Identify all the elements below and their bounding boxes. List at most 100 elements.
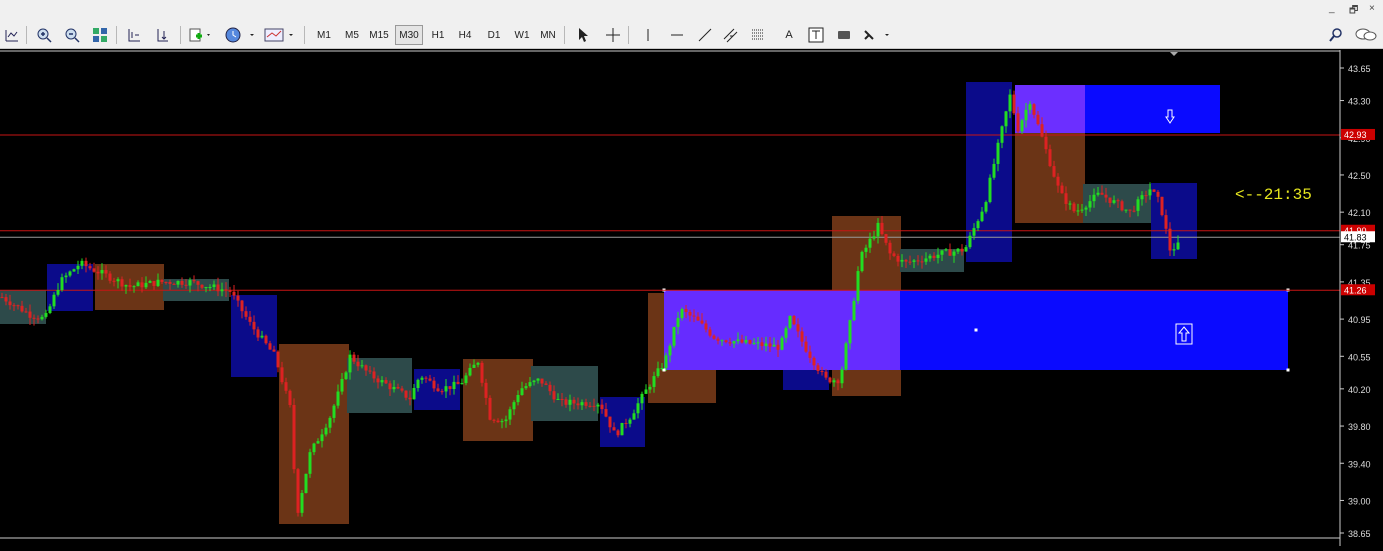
candle-body [600, 404, 604, 410]
price-tick-label: 39.80 [1348, 422, 1371, 432]
restore-button[interactable]: 🗗 [1349, 3, 1358, 20]
cursor-icon[interactable] [573, 25, 593, 45]
candle-body [408, 397, 412, 400]
candle-body [40, 316, 44, 320]
search-icon[interactable] [1326, 25, 1346, 45]
candle-body [504, 419, 508, 422]
candle-body [12, 305, 16, 307]
candle-body [976, 221, 980, 229]
candle-body [1144, 195, 1148, 197]
candlestick-chart[interactable]: 43.6543.3042.9042.5042.1041.7541.3540.95… [0, 50, 1383, 546]
candle-body [820, 370, 824, 372]
candle-body [660, 368, 664, 370]
fibonacci-icon[interactable] [750, 25, 770, 45]
candle-body [1036, 114, 1040, 125]
candle-body [788, 315, 792, 329]
candle-body [28, 311, 32, 318]
candle-body [824, 371, 828, 378]
candle-body [372, 371, 376, 379]
candle-body [72, 269, 76, 272]
candle-body [20, 305, 24, 312]
chart-type-icon[interactable] [2, 25, 22, 45]
candle-body [400, 388, 404, 391]
candle-body [220, 289, 224, 292]
periodicity-clock-icon[interactable] [224, 25, 258, 45]
candle-body [364, 365, 368, 371]
candle-body [968, 235, 972, 248]
price-level-label: 41.83 [1344, 232, 1367, 242]
trendline-icon[interactable] [695, 25, 715, 45]
timeframe-w1[interactable]: W1 [509, 25, 535, 45]
candle-body [932, 255, 936, 259]
zoom-out-icon[interactable] [62, 25, 82, 45]
candle-body [64, 275, 68, 278]
candle-body [568, 399, 572, 405]
candle-body [948, 249, 952, 256]
text-label-icon[interactable] [806, 25, 826, 45]
indicators-icon[interactable] [188, 25, 212, 45]
candle-body [1100, 192, 1104, 195]
candle-body [144, 282, 148, 288]
candle-body [756, 342, 760, 344]
candle-body [680, 309, 684, 318]
candle-body [1152, 189, 1156, 192]
candle-body [476, 362, 480, 365]
session-box [279, 344, 349, 524]
templates-icon[interactable] [264, 25, 298, 45]
candle-body [952, 251, 956, 256]
candle-body [1112, 200, 1116, 203]
candle-body [284, 382, 288, 391]
vertical-line-icon[interactable] [638, 25, 658, 45]
candle-body [1116, 200, 1120, 202]
tile-windows-icon[interactable] [90, 25, 110, 45]
chart-shift-icon[interactable] [124, 25, 144, 45]
candle-body [736, 339, 740, 342]
candle-body [520, 388, 524, 396]
rectangle-icon[interactable] [834, 25, 854, 45]
candle-body [480, 362, 484, 383]
text-tool-icon[interactable]: A [779, 25, 799, 45]
timeframe-m5[interactable]: M5 [339, 25, 365, 45]
candle-body [268, 343, 272, 350]
timeframe-h1[interactable]: H1 [425, 25, 451, 45]
zoom-in-icon[interactable] [34, 25, 54, 45]
candle-body [100, 270, 104, 274]
candle-body [1148, 189, 1152, 196]
toolbar-separator [564, 26, 565, 44]
timeframe-h4[interactable]: H4 [452, 25, 478, 45]
candle-body [360, 365, 364, 367]
candle-body [488, 397, 492, 420]
candle-body [116, 279, 120, 282]
equidistant-channel-icon[interactable] [722, 25, 742, 45]
minimize-button[interactable]: _ [1329, 3, 1335, 14]
chat-icon[interactable] [1354, 25, 1378, 45]
candle-body [784, 328, 788, 338]
candle-body [208, 286, 212, 288]
horizontal-line-icon[interactable] [667, 25, 687, 45]
price-chart[interactable]: 43.6543.3042.9042.5042.1041.7541.3540.95… [0, 50, 1383, 546]
crosshair-icon[interactable] [603, 25, 623, 45]
candle-body [216, 284, 220, 292]
candle-body [56, 289, 60, 295]
arrows-icon[interactable] [862, 25, 892, 45]
close-button[interactable]: × [1369, 3, 1375, 14]
candle-body [276, 351, 280, 368]
candle-body [548, 384, 552, 392]
timeframe-m30[interactable]: M30 [395, 25, 423, 45]
candle-body [4, 297, 8, 302]
toolbar-separator [26, 26, 27, 44]
candle-body [540, 378, 544, 384]
candle-body [1088, 201, 1092, 208]
timeframe-m1[interactable]: M1 [311, 25, 337, 45]
timeframe-d1[interactable]: D1 [481, 25, 507, 45]
candle-body [1008, 94, 1012, 112]
candle-body [300, 493, 304, 513]
candle-body [920, 261, 924, 263]
candle-body [524, 386, 528, 389]
timeframe-mn[interactable]: MN [535, 25, 561, 45]
candle-body [924, 258, 928, 262]
timeframe-m15[interactable]: M15 [366, 25, 392, 45]
autoscroll-icon[interactable] [152, 25, 172, 45]
candle-body [696, 316, 700, 321]
candle-body [964, 247, 968, 252]
